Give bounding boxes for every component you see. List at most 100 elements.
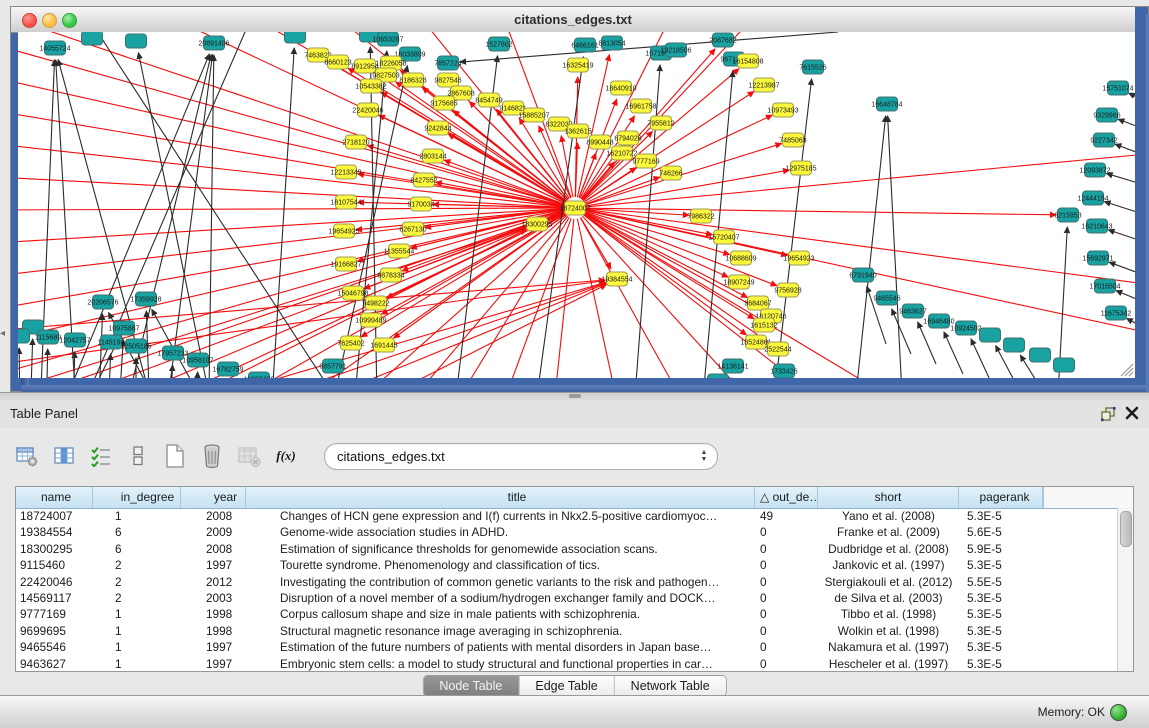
table-cell: Structural magnetic resonance image aver… [246,623,755,639]
network-node-label: 18724007 [559,205,590,212]
network-edge [460,32,838,62]
canvas-resize-grip[interactable] [1121,364,1133,376]
table-row[interactable]: 1830029562008Estimation of significance … [16,541,1119,557]
network-edge [1115,144,1135,164]
table-cell: 5.3E-5 [959,557,1043,573]
network-node[interactable] [18,329,30,343]
table-row[interactable]: 977716911998Corpus callosum shape and si… [16,606,1119,622]
table-cell: 5.3E-5 [959,606,1043,622]
function-builder-icon[interactable]: f(x) [273,443,299,469]
network-node-label: 8267130 [399,226,426,233]
network-node-label: 11675342 [1101,310,1132,317]
network-node[interactable] [82,32,103,45]
show-columns-icon[interactable] [51,443,77,469]
network-node-label: 6794028 [614,135,641,142]
tab-edge-table[interactable]: Edge Table [519,676,614,696]
network-edge [585,177,659,204]
node-table: namein_degreeyeartitle△ out_de…shortpage… [15,486,1134,672]
network-edge [586,208,1056,215]
network-node-label: 9242844 [424,125,451,132]
network-node[interactable] [1054,358,1075,372]
table-selector-dropdown[interactable]: citations_edges.txt ▲▼ [324,443,718,470]
column-header-title[interactable]: title [246,487,755,508]
network-node-label: 2087682 [709,37,736,44]
network-node-label: 19654923 [783,255,814,262]
table-row[interactable]: 1938455462009Genome-wide association stu… [16,524,1119,540]
delete-column-icon[interactable] [199,443,225,469]
table-cell: 0 [755,557,818,573]
scrollbar-thumb[interactable] [1120,511,1132,547]
network-node-label: 9777169 [632,158,659,165]
network-node-label: 9175685 [430,100,457,107]
network-node-label: 16325419 [562,62,593,69]
table-vertical-scrollbar[interactable] [1117,508,1133,671]
column-header-short[interactable]: short [818,487,959,508]
network-node-label: 9329966 [1093,112,1120,119]
column-header-year[interactable]: year [181,487,246,508]
network-node[interactable] [285,32,306,43]
network-canvas[interactable]: 1405572420891406106532871603380915276026… [18,32,1135,378]
splitter-grip[interactable] [569,394,581,398]
network-node-label: 16946480 [923,318,954,325]
table-cell: 18724007 [16,508,93,524]
network-node-label: 9465546 [873,295,900,302]
network-node[interactable] [126,34,147,48]
close-panel-icon[interactable] [1124,405,1140,421]
network-node-label: 12975185 [785,165,816,172]
network-node-label: 17016504 [1089,283,1120,290]
row-tools-icon[interactable] [125,443,151,469]
table-cell: 1 [93,606,181,622]
table-cell: 22420046 [16,574,93,590]
import-table-disabled-icon[interactable] [236,443,262,469]
table-cell: 0 [755,639,818,655]
float-panel-icon[interactable] [1100,406,1118,422]
table-cell: 5.3E-5 [959,590,1043,606]
network-node-label: 18907249 [723,279,754,286]
table-row[interactable]: 911546021997Tourette syndrome. Phenomeno… [16,557,1119,573]
table-cell: 5.3E-5 [959,639,1043,655]
network-edge [78,32,258,378]
table-row[interactable]: 1456911722003Disruption of a novel membe… [16,590,1119,606]
network-node[interactable] [708,374,729,378]
tab-node-table[interactable]: Node Table [423,676,519,696]
table-mode-icon[interactable] [14,443,40,469]
table-row[interactable]: 946554611997Estimation of the future num… [16,639,1119,655]
table-row[interactable]: 946362711997Embryonic stem cells: a mode… [16,656,1119,671]
table-cell: 2 [93,557,181,573]
tab-network-table[interactable]: Network Table [615,676,726,696]
select-columns-icon[interactable] [88,443,114,469]
network-edge [56,60,80,378]
column-header-pagerank[interactable]: pagerank [959,487,1043,508]
network-node-label: 9498222 [362,300,389,307]
table-cell: 1997 [181,656,246,671]
network-node-label: 14055724 [39,45,70,52]
memory-status-indicator[interactable] [1110,704,1127,721]
column-header-out_de[interactable]: △ out_de… [755,487,818,508]
table-row[interactable]: 1872400712008Changes of HCN gene express… [16,508,1119,524]
network-node[interactable] [980,328,1001,342]
table-cell: 1998 [181,623,246,639]
window-titlebar[interactable]: citations_edges.txt [11,7,1135,33]
table-panel-title: Table Panel [10,406,78,421]
column-header-name[interactable]: name [16,487,93,508]
table-cell: 1 [93,623,181,639]
splitter-collapse-arrow-icon[interactable]: ◂ [0,326,9,342]
network-edge [1106,173,1135,192]
network-node[interactable] [1004,338,1025,352]
table-cell: 2008 [181,541,246,557]
network-edge [18,208,564,210]
create-column-icon[interactable] [162,443,188,469]
table-cell: Corpus callosum shape and size in male p… [246,606,755,622]
network-node[interactable] [1030,348,1051,362]
table-cell: Franke et al. (2009) [818,524,959,540]
table-selector-value: citations_edges.txt [325,449,691,464]
table-cell: 9465546 [16,639,93,655]
table-cell: 2012 [181,574,246,590]
column-header-in_degree[interactable]: in_degree [93,487,181,508]
network-node-label: 15046798 [337,290,368,297]
table-cell: 2008 [181,508,246,524]
table-row[interactable]: 969969511998Structural magnetic resonanc… [16,623,1119,639]
fx-label: f(x) [276,448,296,464]
table-cell: Jankovic et al. (1997) [818,557,959,573]
table-row[interactable]: 2242004622012Investigating the contribut… [16,574,1119,590]
